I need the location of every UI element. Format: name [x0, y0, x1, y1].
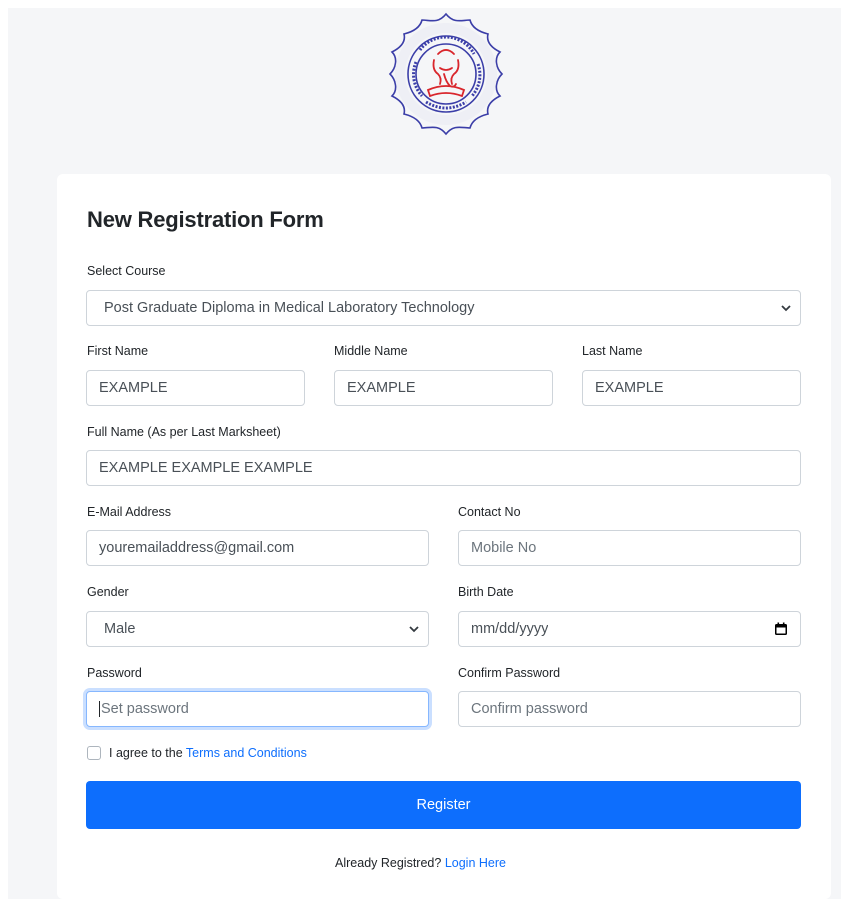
- contact-label: Contact No: [458, 505, 521, 519]
- middle-name-input[interactable]: EXAMPLE: [334, 370, 553, 406]
- confirm-password-label: Confirm Password: [458, 666, 561, 680]
- birth-date-input[interactable]: mm/dd/yyyy: [458, 611, 801, 647]
- middle-name-value: EXAMPLE: [347, 380, 416, 396]
- last-name-value: EXAMPLE: [595, 380, 664, 396]
- password-label: Password: [87, 666, 142, 680]
- confirm-password-placeholder: Confirm password: [471, 701, 588, 717]
- full-name-value: EXAMPLE EXAMPLE EXAMPLE: [99, 460, 313, 476]
- last-name-label: Last Name: [582, 344, 643, 358]
- gender-select-value: Male: [104, 621, 136, 637]
- birth-date-label: Birth Date: [458, 585, 514, 599]
- course-select[interactable]: Post Graduate Diploma in Medical Laborat…: [86, 290, 801, 326]
- email-value: youremailaddress@gmail.com: [99, 540, 295, 556]
- already-registered-text: Already Registred?: [335, 856, 442, 870]
- text-cursor: [99, 701, 100, 717]
- chevron-down-icon: [781, 305, 791, 312]
- full-name-label: Full Name (As per Last Marksheet): [87, 425, 281, 439]
- terms-link[interactable]: Terms and Conditions: [186, 746, 307, 760]
- course-label: Select Course: [87, 264, 166, 278]
- contact-placeholder: Mobile No: [471, 540, 537, 556]
- form-title: New Registration Form: [87, 207, 324, 232]
- login-footer: Already Registred? Login Here: [0, 856, 841, 870]
- first-name-value: EXAMPLE: [99, 380, 168, 396]
- full-name-input[interactable]: EXAMPLE EXAMPLE EXAMPLE: [86, 450, 801, 486]
- gender-select[interactable]: Male: [86, 611, 429, 647]
- course-select-value: Post Graduate Diploma in Medical Laborat…: [104, 300, 475, 316]
- last-name-input[interactable]: EXAMPLE: [582, 370, 801, 406]
- first-name-label: First Name: [87, 344, 149, 358]
- register-button[interactable]: Register: [86, 781, 801, 829]
- register-button-label: Register: [416, 797, 471, 813]
- university-seal-logo: [388, 12, 504, 136]
- chevron-down-icon: [409, 626, 419, 633]
- terms-agree-label: I agree to the: [109, 746, 183, 760]
- calendar-icon[interactable]: [774, 622, 788, 636]
- login-link[interactable]: Login Here: [445, 856, 506, 870]
- contact-input[interactable]: Mobile No: [458, 530, 801, 566]
- password-placeholder: Set password: [101, 701, 189, 717]
- terms-checkbox[interactable]: [87, 746, 101, 760]
- email-input[interactable]: youremailaddress@gmail.com: [86, 530, 429, 566]
- terms-agree-text: I agree to the Terms and Conditions: [109, 746, 307, 760]
- confirm-password-input[interactable]: Confirm password: [458, 691, 801, 727]
- first-name-input[interactable]: EXAMPLE: [86, 370, 305, 406]
- birth-date-placeholder: mm/dd/yyyy: [471, 621, 549, 637]
- password-input[interactable]: Set password: [86, 691, 429, 727]
- gender-label: Gender: [87, 585, 129, 599]
- email-label: E-Mail Address: [87, 505, 172, 519]
- middle-name-label: Middle Name: [334, 344, 408, 358]
